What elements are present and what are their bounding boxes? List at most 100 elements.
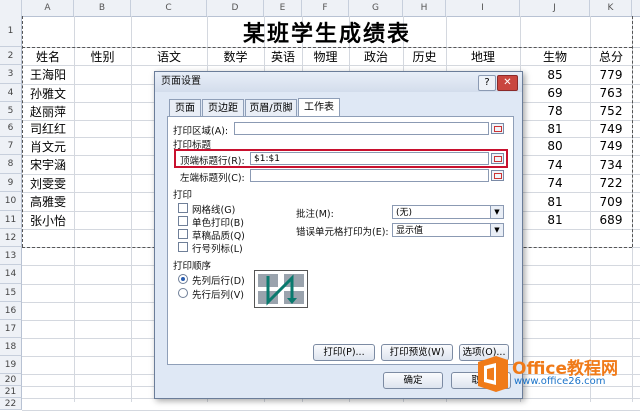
- biology-cell[interactable]: 85: [520, 65, 590, 84]
- row-header-19[interactable]: 19: [0, 356, 22, 374]
- name-cell[interactable]: 高雅雯: [22, 192, 74, 211]
- select-all-corner[interactable]: [0, 0, 22, 16]
- row-header-5[interactable]: 5: [0, 102, 22, 120]
- name-cell[interactable]: 司红红: [22, 120, 74, 137]
- row-header-21[interactable]: 21: [0, 386, 22, 398]
- draft-checkbox[interactable]: [178, 229, 188, 239]
- close-button[interactable]: ✕: [497, 75, 518, 91]
- row-header-13[interactable]: 13: [0, 247, 22, 265]
- mono-checkbox[interactable]: [178, 216, 188, 226]
- total-cell[interactable]: 689: [590, 211, 632, 229]
- header-cell[interactable]: 物理: [302, 47, 349, 65]
- name-cell[interactable]: 王海阳: [22, 65, 74, 84]
- name-cell[interactable]: 肖文元: [22, 137, 74, 155]
- comments-select[interactable]: (无) ▼: [392, 205, 504, 219]
- total-cell[interactable]: 722: [590, 174, 632, 192]
- row-header-8[interactable]: 8: [0, 155, 22, 174]
- tab-sheet[interactable]: 工作表: [298, 98, 340, 117]
- left-cols-input[interactable]: [250, 169, 489, 182]
- row-header-2[interactable]: 2: [0, 47, 22, 65]
- total-cell[interactable]: 763: [590, 84, 632, 102]
- tab-page[interactable]: 页面: [169, 99, 201, 116]
- row-header-3[interactable]: 3: [0, 65, 22, 84]
- row-header-22[interactable]: 22: [0, 398, 22, 410]
- column-header-B[interactable]: B: [74, 0, 131, 16]
- row-header-18[interactable]: 18: [0, 338, 22, 356]
- biology-cell[interactable]: 74: [520, 155, 590, 174]
- header-cell[interactable]: 总分: [590, 47, 632, 65]
- header-cell[interactable]: 生物: [520, 47, 590, 65]
- help-button[interactable]: ?: [478, 75, 496, 91]
- column-header-H[interactable]: H: [403, 0, 446, 16]
- total-cell[interactable]: 734: [590, 155, 632, 174]
- biology-cell[interactable]: 81: [520, 120, 590, 137]
- column-header-E[interactable]: E: [264, 0, 302, 16]
- row-header-1[interactable]: 1: [0, 16, 22, 47]
- name-cell[interactable]: 赵丽萍: [22, 102, 74, 120]
- row-header-20[interactable]: 20: [0, 374, 22, 386]
- biology-cell[interactable]: 69: [520, 84, 590, 102]
- header-cell[interactable]: 英语: [264, 47, 302, 65]
- name-cell[interactable]: 张小怡: [22, 211, 74, 229]
- header-cell[interactable]: 政治: [349, 47, 403, 65]
- errors-select[interactable]: 显示值 ▼: [392, 223, 504, 237]
- biology-cell[interactable]: 81: [520, 192, 590, 211]
- tab-margins[interactable]: 页边距: [202, 99, 244, 116]
- name-cell[interactable]: 刘雯雯: [22, 174, 74, 192]
- row-header-6[interactable]: 6: [0, 120, 22, 137]
- row-header-9[interactable]: 9: [0, 174, 22, 192]
- header-cell[interactable]: 语文: [131, 47, 207, 65]
- column-header-I[interactable]: I: [446, 0, 520, 16]
- header-cell[interactable]: 性别: [74, 47, 131, 65]
- header-cell[interactable]: 历史: [403, 47, 446, 65]
- row-header-4[interactable]: 4: [0, 84, 22, 102]
- ok-button[interactable]: 确定: [383, 372, 443, 389]
- biology-cell[interactable]: 74: [520, 174, 590, 192]
- rowcol-checkbox[interactable]: [178, 242, 188, 252]
- sheet-title[interactable]: 某班学生成绩表: [22, 16, 632, 47]
- left-cols-picker-icon[interactable]: [491, 170, 504, 181]
- chevron-down-icon[interactable]: ▼: [490, 206, 503, 218]
- total-cell[interactable]: 779: [590, 65, 632, 84]
- gridlines-checkbox[interactable]: [178, 203, 188, 213]
- row-header-10[interactable]: 10: [0, 192, 22, 211]
- row-header-16[interactable]: 16: [0, 302, 22, 320]
- column-header-F[interactable]: F: [302, 0, 349, 16]
- column-header-J[interactable]: J: [520, 0, 590, 16]
- column-header-bar: ABCDEFGHIJK: [0, 0, 640, 17]
- row-header-11[interactable]: 11: [0, 211, 22, 229]
- grid-line: [131, 16, 132, 402]
- header-cell[interactable]: 数学: [207, 47, 264, 65]
- chevron-down-icon[interactable]: ▼: [490, 224, 503, 236]
- name-cell[interactable]: 宋宇涵: [22, 155, 74, 174]
- row-header-7[interactable]: 7: [0, 137, 22, 155]
- comments-label: 批注(M):: [296, 209, 334, 220]
- column-header-A[interactable]: A: [22, 0, 74, 16]
- header-cell[interactable]: 地理: [446, 47, 520, 65]
- print-area-picker-icon[interactable]: [491, 123, 504, 134]
- column-header-C[interactable]: C: [131, 0, 207, 16]
- name-cell[interactable]: 孙雅文: [22, 84, 74, 102]
- biology-cell[interactable]: 81: [520, 211, 590, 229]
- tab-header-footer[interactable]: 页眉/页脚: [245, 99, 297, 116]
- column-header-D[interactable]: D: [207, 0, 264, 16]
- down-then-over-radio[interactable]: [178, 274, 188, 284]
- column-header-K[interactable]: K: [590, 0, 632, 16]
- print-area-input[interactable]: [234, 122, 489, 135]
- biology-cell[interactable]: 80: [520, 137, 590, 155]
- column-header-G[interactable]: G: [349, 0, 403, 16]
- biology-cell[interactable]: 78: [520, 102, 590, 120]
- total-cell[interactable]: 752: [590, 102, 632, 120]
- total-cell[interactable]: 709: [590, 192, 632, 211]
- row-header-15[interactable]: 15: [0, 284, 22, 302]
- print-preview-button[interactable]: 打印预览(W): [381, 344, 453, 361]
- row-header-12[interactable]: 12: [0, 229, 22, 247]
- office-logo-icon: [478, 356, 508, 392]
- row-header-17[interactable]: 17: [0, 320, 22, 338]
- total-cell[interactable]: 749: [590, 137, 632, 155]
- print-button[interactable]: 打印(P)...: [313, 344, 375, 361]
- header-cell[interactable]: 姓名: [22, 47, 74, 65]
- over-then-down-radio[interactable]: [178, 288, 188, 298]
- row-header-14[interactable]: 14: [0, 265, 22, 284]
- total-cell[interactable]: 749: [590, 120, 632, 137]
